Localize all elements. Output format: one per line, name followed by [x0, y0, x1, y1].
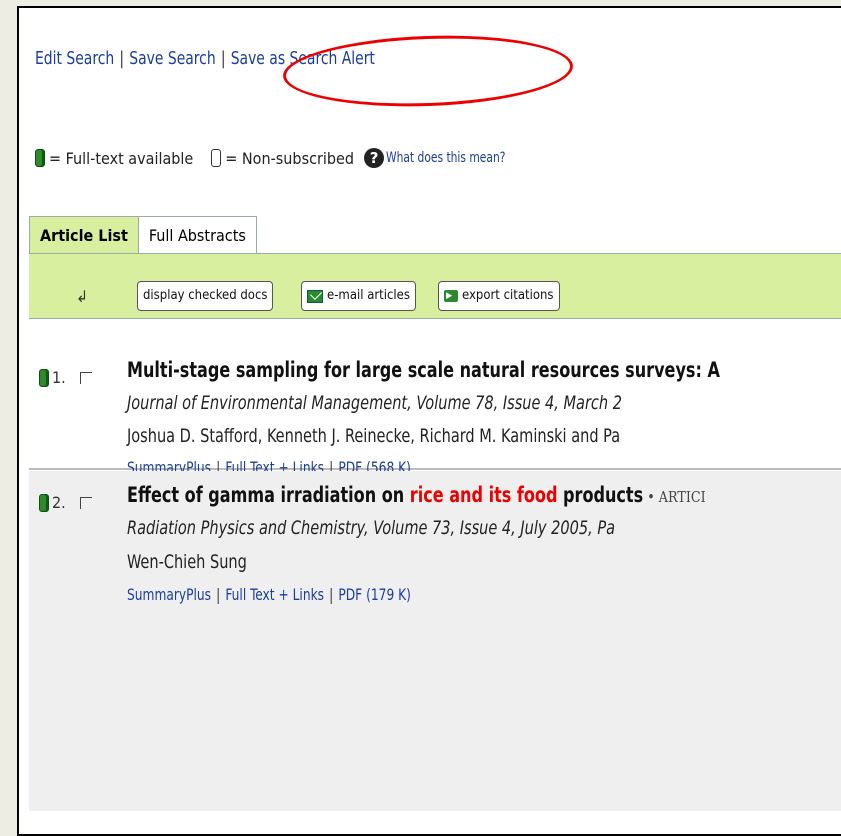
result-number: 2.	[39, 493, 92, 512]
summaryplus-link[interactable]: SummaryPlus	[127, 585, 211, 604]
full-text-legend-label: = Full-text available	[49, 148, 194, 168]
result-item: 2. Effect of gamma irradiation on rice a…	[29, 471, 841, 811]
page-frame: Edit Search | Save Search | Save as Search A…	[17, 6, 841, 836]
non-subscribed-icon	[211, 149, 222, 167]
separator: |	[329, 585, 334, 604]
save-search-link[interactable]: Save Search	[129, 48, 215, 69]
view-tabs: Article List Full Abstracts	[29, 216, 257, 255]
tab-article-list[interactable]: Article List	[29, 216, 139, 255]
export-citations-button[interactable]: export citations	[438, 281, 560, 311]
edit-search-link[interactable]: Edit Search	[35, 48, 114, 69]
tab-full-abstracts[interactable]: Full Abstracts	[137, 216, 257, 254]
result-authors: Joshua D. Stafford, Kenneth J. Reinecke,…	[127, 425, 621, 447]
help-icon[interactable]: ?	[364, 148, 385, 168]
separator: |	[119, 48, 125, 69]
separator: |	[216, 585, 221, 604]
full-text-icon	[39, 368, 49, 387]
result-item: 1. Multi-stage sampling for large scale …	[29, 340, 841, 477]
email-articles-button[interactable]: e-mail articles	[301, 281, 416, 311]
select-arrow-icon: ↲	[76, 287, 89, 306]
display-checked-docs-button[interactable]: display checked docs	[137, 281, 274, 311]
result-links: SummaryPlus | Full Text + Links | PDF (179 K…	[127, 585, 411, 604]
what-does-this-mean-link[interactable]: What does this mean?	[386, 150, 505, 166]
result-number: 1.	[39, 368, 92, 387]
separator: |	[220, 48, 226, 69]
email-articles-label: e-mail articles	[327, 288, 410, 303]
full-text-icon	[35, 149, 45, 167]
annotation-circle	[281, 30, 575, 112]
envelope-icon	[307, 289, 323, 303]
result-title-link[interactable]: Multi-stage sampling for large scale nat…	[127, 358, 720, 382]
title-text: Effect of gamma irradiation on	[127, 483, 410, 507]
result-title-link[interactable]: Effect of gamma irradiation on rice and …	[127, 483, 706, 507]
result-journal: Journal of Environmental Management, Vol…	[127, 392, 622, 414]
pdf-link[interactable]: PDF (179 K)	[338, 585, 411, 604]
result-checkbox[interactable]	[79, 496, 92, 509]
display-checked-docs-label: display checked docs	[143, 288, 268, 303]
access-legend: = Full-text available = Non-subscribed ?…	[35, 148, 527, 168]
article-type-label: • ARTICI	[643, 488, 706, 506]
result-checkbox[interactable]	[79, 371, 92, 384]
export-citations-label: export citations	[462, 288, 554, 303]
result-index: 2.	[52, 493, 66, 512]
non-subscribed-legend-label: = Non-subscribed	[225, 148, 355, 168]
full-text-links-link[interactable]: Full Text + Links	[225, 585, 324, 604]
result-index: 1.	[52, 368, 66, 387]
full-text-icon	[39, 493, 49, 512]
export-icon	[444, 282, 458, 310]
result-journal: Radiation Physics and Chemistry, Volume …	[127, 517, 616, 539]
result-authors: Wen-Chieh Sung	[127, 551, 247, 573]
title-text: products	[557, 483, 644, 507]
title-highlight: rice and its food	[409, 483, 558, 507]
results-toolbar: ↲ display checked docs e-mail articles e…	[29, 253, 841, 319]
